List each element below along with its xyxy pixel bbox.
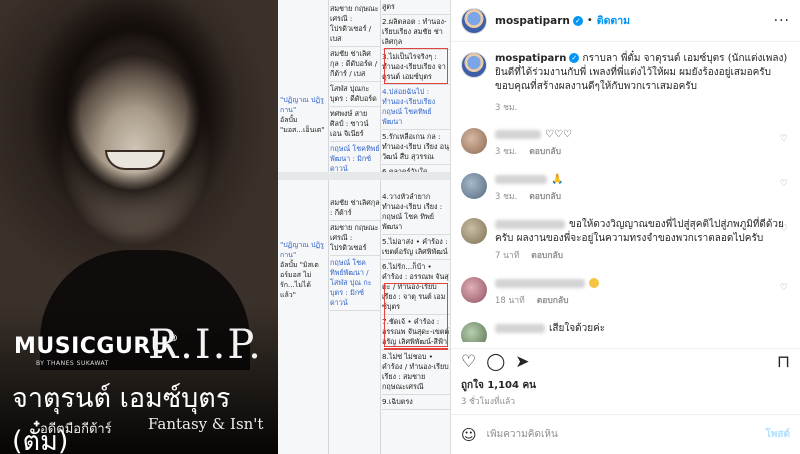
caption: mospatiparn ✓ กราบลา พี่ตั๋ม จาตุรนต์ เอม… <box>461 52 790 94</box>
username-link[interactable]: mospatiparn <box>495 15 570 27</box>
credits-column: สมชาย กฤษณะ เศรณี : โปรดิวเซอร์ / เบส สม… <box>330 2 380 177</box>
album-quote: "ปฏิญาณ ปฏิรู กาน" อัลบั้ม "มอส...เอ็นเต… <box>280 96 325 134</box>
highlight-underline <box>384 348 448 350</box>
section-separator <box>278 172 450 180</box>
comment-time: 3 ชม. <box>495 147 518 157</box>
artist-songs: Fantasy & Isn't <box>148 415 264 433</box>
track-cell: 9.เฉิบตรง <box>382 395 450 410</box>
commenter-name[interactable] <box>495 323 545 333</box>
instagram-post-panel: mospatiparn ✓ • ติดตาม ··· mospatiparn ✓ … <box>450 0 800 454</box>
comment-item: ขอให้ดวงวิญญาณของพี่ไปสู่สุคติไปสู่ภพภูม… <box>461 218 790 263</box>
share-icon[interactable]: ➤ <box>515 352 529 372</box>
emoji-icon[interactable]: ☺ <box>461 426 477 444</box>
divider <box>328 0 329 454</box>
more-options-icon[interactable]: ··· <box>774 13 790 29</box>
credits-document: "ปฏิญาณ ปฏิรู กาน" อัลบั้ม "มอส...เอ็นเต… <box>278 0 450 454</box>
comment-time: 18 นาที <box>495 296 525 306</box>
reply-button[interactable]: ตอบกลับ <box>531 251 563 261</box>
comment-text: เสียใจด้วยค่ะ <box>549 323 606 334</box>
highlight-box <box>384 283 448 347</box>
like-comment-icon[interactable]: ♡ <box>780 134 788 144</box>
post-actions-bar: ♡ ◯ ➤ ⊓ <box>451 348 800 374</box>
avatar[interactable] <box>461 322 487 342</box>
credit-cell: สมชาย กฤษณะ เศรณี : โปรดิวเซอร์ / เบส <box>330 2 380 47</box>
like-comment-icon[interactable]: ♡ <box>780 179 788 189</box>
credits-column: สมชัย ช่าเลิศกุล : กีต้าร์ สมชาย กฤษณะ เ… <box>330 196 380 311</box>
comments-scroll-area[interactable]: mospatiparn ✓ กราบลา พี่ตั๋ม จาตุรนต์ เอม… <box>451 42 800 342</box>
verified-badge-icon: ✓ <box>572 15 583 26</box>
caption-username[interactable]: mospatiparn <box>495 53 566 64</box>
credit-cell: สมชัย ช่าเลิศกุล : กีต้าร์ <box>330 196 380 221</box>
comment-text: ♡♡♡ <box>545 129 572 140</box>
divider <box>380 0 381 454</box>
verified-badge-icon: ✓ <box>569 53 580 63</box>
comment-time: 7 นาที <box>495 251 520 261</box>
tracklist-column: สูตร 2.ผลิตลอต : ทำนอง-เรียบเรียง สมชัย … <box>382 0 450 180</box>
commenter-name[interactable] <box>495 219 565 229</box>
comment-time: 3 ชม. <box>495 192 518 202</box>
comment-input[interactable] <box>486 429 766 440</box>
comment-composer: ☺ โพสต์ <box>451 414 800 454</box>
portrait-hair <box>18 0 248 230</box>
track-cell: 4.วางหัวลำยาก ทำนอง-เรียบ เรียง : กฤษณ์ … <box>382 190 450 235</box>
credit-cell: โสฬส ปุณกะ บุตร : ดีดับอร์ด <box>330 82 380 107</box>
reply-button[interactable]: ตอบกลับ <box>529 192 561 202</box>
avatar[interactable] <box>461 173 487 199</box>
album-quote: "ปฏิญาณ ปฏิรู กาน" อัลบั้ม "มิสเตอร์มอส … <box>280 241 324 299</box>
post-timestamp: 3 ชั่วโมงที่แล้ว <box>461 397 516 407</box>
comment-icon[interactable]: ◯ <box>486 352 505 372</box>
commenter-name[interactable] <box>495 174 547 184</box>
caption-timestamp: 3 ชม. <box>495 103 518 113</box>
artist-role: อดีตมือกีต้าร์ <box>40 422 112 437</box>
credit-cell: กฤษณ์ โชค ทิพย์พัฒนา / โสฬส ปุณ กะบุตร :… <box>330 256 380 311</box>
track-cell: สูตร <box>382 0 450 15</box>
avatar[interactable] <box>461 218 487 244</box>
track-cell: 5.ไม่อาส่ง • คำร้อง : เขตต์อรัญ เลิศพิพั… <box>382 235 450 260</box>
post-comment-button[interactable]: โพสต์ <box>765 427 790 442</box>
comment-item: ♡♡♡ 3 ชม. ตอบกลับ ♡ <box>461 128 790 159</box>
like-comment-icon[interactable]: ♡ <box>780 224 788 234</box>
reply-button[interactable]: ตอบกลับ <box>537 296 569 306</box>
track-cell: 2.ผลิตลอต : ทำนอง-เรียบเรียง สมชัย ช่าเล… <box>382 15 450 50</box>
avatar[interactable] <box>461 128 487 154</box>
credit-cell: สมชัย ช่าเลิศ กุล : ดีดับอร์ด / กีต้าร์ … <box>330 47 380 82</box>
track-cell: 5.รักเหลือเกน กล : ทำนอง-เรียบ เรียง อนุ… <box>382 130 450 165</box>
track-cell: 4.ปล่อยฉันไป : ทำนอง-เรียบเรียง กฤษณ์ โช… <box>382 85 450 130</box>
sad-face-emoji-icon <box>589 278 599 288</box>
bullet-separator: • <box>586 15 593 26</box>
avatar[interactable] <box>461 52 487 78</box>
comment-item: 🙏 3 ชม. ตอบกลับ ♡ <box>461 173 790 204</box>
reply-button[interactable]: ตอบกลับ <box>529 147 561 157</box>
like-icon[interactable]: ♡ <box>461 352 476 372</box>
comment-item: 18 นาที ตอบกลับ ♡ <box>461 277 790 308</box>
memorial-photo: MUSICGURU® BY THANES SUKAWAT R.I.P. จาตุ… <box>0 0 278 454</box>
avatar[interactable] <box>461 277 487 303</box>
bookmark-icon[interactable]: ⊓ <box>777 352 790 372</box>
highlight-box <box>384 48 448 84</box>
commenter-name[interactable] <box>495 278 585 288</box>
credit-cell: สมชาย กฤษณะ เศรณี : โปรดิวเซอร์ <box>330 221 380 256</box>
comment-item: เสียใจด้วยค่ะ <box>461 322 790 342</box>
caption-text: mospatiparn ✓ กราบลา พี่ตั๋ม จาตุรนต์ เอม… <box>495 52 790 94</box>
avatar[interactable] <box>461 7 487 34</box>
post-header: mospatiparn ✓ • ติดตาม ··· <box>451 0 800 42</box>
track-cell: 8.ไม่ซ่ ไม่ชอบ • คำร้อง / ทำนอง-เรียบเรี… <box>382 350 450 395</box>
commenter-name[interactable] <box>495 129 541 139</box>
credit-cell: ทศพงษ์ สาย ศิลป์ : ซาวน์เอน จิเนียร์ <box>330 107 380 142</box>
rip-text: R.I.P. <box>148 322 263 368</box>
like-comment-icon[interactable]: ♡ <box>780 283 788 293</box>
comment-text: 🙏 <box>551 174 564 185</box>
likes-count[interactable]: ถูกใจ 1,104 คน <box>461 378 536 393</box>
musicguru-byline: BY THANES SUKAWAT <box>36 360 109 367</box>
follow-button[interactable]: ติดตาม <box>597 12 630 29</box>
